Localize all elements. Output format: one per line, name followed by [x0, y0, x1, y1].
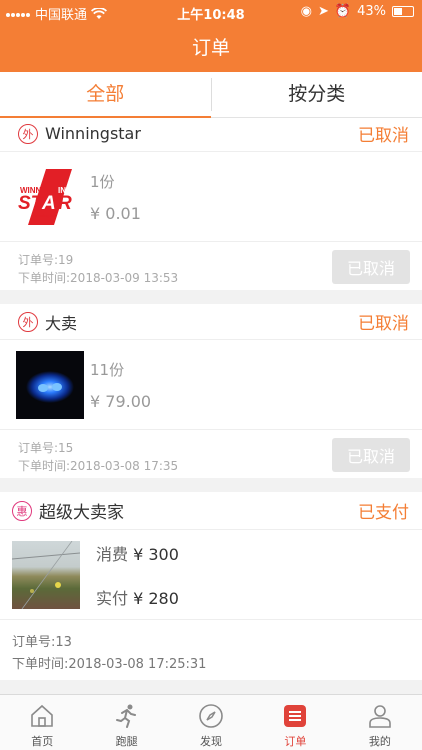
tabbar-orders-label: 订单 — [284, 735, 307, 748]
item-price: ¥ 0.01 — [90, 203, 141, 223]
battery-icon — [392, 6, 414, 17]
order-card[interactable]: 惠 超级大卖家 已支付 消费 ¥ 300 实付 ¥ 280 订单号:13 下单时… — [0, 492, 422, 680]
landscape-graphic — [11, 540, 81, 609]
order-card-header: 惠 超级大卖家 已支付 — [0, 492, 422, 530]
order-card-footer: 订单号:15 下单时间:2018-03-08 17:35 已取消 — [0, 430, 422, 478]
battery-level — [394, 8, 402, 15]
status-right: ◉ ➤ ⏰ 43% — [301, 4, 414, 19]
tabbar-profile[interactable]: 我的 — [338, 695, 422, 750]
order-card[interactable]: 外 大卖 已取消 11份 ¥ 79.00 订单号:15 下单时间:2018-03… — [0, 304, 422, 478]
order-time: 下单时间:2018-03-09 13:53 — [18, 271, 179, 285]
page-title: 订单 — [191, 37, 230, 59]
cancelled-button[interactable]: 已取消 — [332, 438, 410, 472]
home-icon — [31, 704, 54, 727]
winningstar-logo-graphic: WINN ING ST A R Winning Star — [18, 168, 72, 225]
winningstar-logo: WINN ING ST A R Winning Star — [16, 162, 84, 231]
rotation-lock-icon: ◉ — [300, 4, 312, 19]
alarm-icon: ⏰ — [334, 4, 352, 19]
order-status: 已取消 — [358, 314, 409, 334]
consume-label: 消费 — [96, 544, 129, 564]
order-time: 下单时间:2018-03-08 17:25:31 — [12, 657, 207, 672]
item-info: 11份 ¥ 79.00 — [90, 359, 151, 411]
tab-all[interactable]: 全部 — [0, 72, 211, 118]
svg-text:Winning Star: Winning Star — [34, 213, 58, 218]
item-quantity: 1份 — [90, 172, 115, 191]
svg-text:ST: ST — [18, 193, 44, 214]
tabbar-discover-label: 发现 — [200, 735, 223, 748]
takeout-badge: 外 — [18, 311, 38, 332]
location-icon: ➤ — [318, 4, 329, 19]
profile-icon — [369, 705, 391, 728]
svg-text:R: R — [58, 193, 72, 214]
order-card-header: 外 Winningstar 已取消 — [0, 118, 422, 152]
compass-icon — [199, 704, 223, 728]
bottom-tabbar: 首页 跑腿 发现 订单 我的 — [0, 694, 422, 750]
shop-name[interactable]: Winningstar — [45, 124, 358, 143]
paid-value: ¥ 280 — [133, 588, 179, 608]
tabbar-home-label: 首页 — [31, 735, 54, 748]
cancelled-button[interactable]: 已取消 — [332, 250, 410, 284]
consume-value: ¥ 300 — [133, 544, 179, 564]
order-card[interactable]: 外 Winningstar 已取消 WINN ING ST A R Winnin… — [0, 118, 422, 290]
blue-light-graphic — [26, 370, 74, 403]
status-bar: 中国联通 上午10:48 ◉ ➤ ⏰ 43% — [0, 0, 422, 25]
paid-label: 实付 — [96, 588, 129, 608]
order-tabs: 全部 按分类 — [0, 72, 422, 118]
tabbar-orders[interactable]: 订单 — [253, 695, 337, 750]
orders-icon — [284, 705, 307, 727]
order-card-footer: 订单号:19 下单时间:2018-03-09 13:53 已取消 — [0, 242, 422, 290]
order-number: 订单号:19 — [18, 253, 74, 267]
order-number: 订单号:13 — [12, 635, 72, 650]
tabbar-errand-label: 跑腿 — [115, 735, 138, 748]
tabbar-discover[interactable]: 发现 — [169, 695, 253, 750]
tabbar-errand[interactable]: 跑腿 — [84, 695, 168, 750]
order-card-footer: 订单号:13 下单时间:2018-03-08 17:25:31 — [0, 620, 422, 680]
battery-percent: 43% — [357, 4, 386, 19]
tabbar-profile-label: 我的 — [368, 735, 391, 748]
svg-text:A: A — [41, 193, 56, 214]
order-status: 已支付 — [358, 503, 409, 523]
paid-line: 实付 ¥ 280 — [96, 585, 179, 609]
payment-info: 消费 ¥ 300 实付 ¥ 280 — [96, 541, 179, 609]
blue-light-photo — [16, 350, 84, 419]
order-number: 订单号:15 — [18, 441, 74, 455]
order-card-body[interactable]: WINN ING ST A R Winning Star 1份 ¥ 0.01 — [0, 152, 422, 242]
item-info: 1份 ¥ 0.01 — [90, 171, 141, 223]
shop-name[interactable]: 超级大卖家 — [39, 498, 358, 523]
shop-name[interactable]: 大卖 — [45, 310, 358, 334]
order-card-body[interactable]: 消费 ¥ 300 实付 ¥ 280 — [0, 530, 422, 620]
order-time: 下单时间:2018-03-08 17:35 — [18, 459, 179, 473]
runner-icon — [115, 704, 136, 728]
takeout-badge: 外 — [18, 123, 38, 144]
tabbar-home[interactable]: 首页 — [0, 695, 84, 750]
landscape-photo — [11, 540, 81, 609]
order-list[interactable]: 外 Winningstar 已取消 WINN ING ST A R Winnin… — [0, 118, 422, 694]
order-status: 已取消 — [358, 126, 409, 146]
discount-badge: 惠 — [12, 500, 32, 521]
item-quantity: 11份 — [90, 360, 125, 379]
nav-bar: 订单 — [0, 25, 422, 72]
tab-by-category[interactable]: 按分类 — [212, 72, 422, 117]
order-card-header: 外 大卖 已取消 — [0, 304, 422, 340]
order-card-body[interactable]: 11份 ¥ 79.00 — [0, 340, 422, 430]
item-price: ¥ 79.00 — [90, 391, 152, 411]
consume-line: 消费 ¥ 300 — [96, 541, 179, 565]
